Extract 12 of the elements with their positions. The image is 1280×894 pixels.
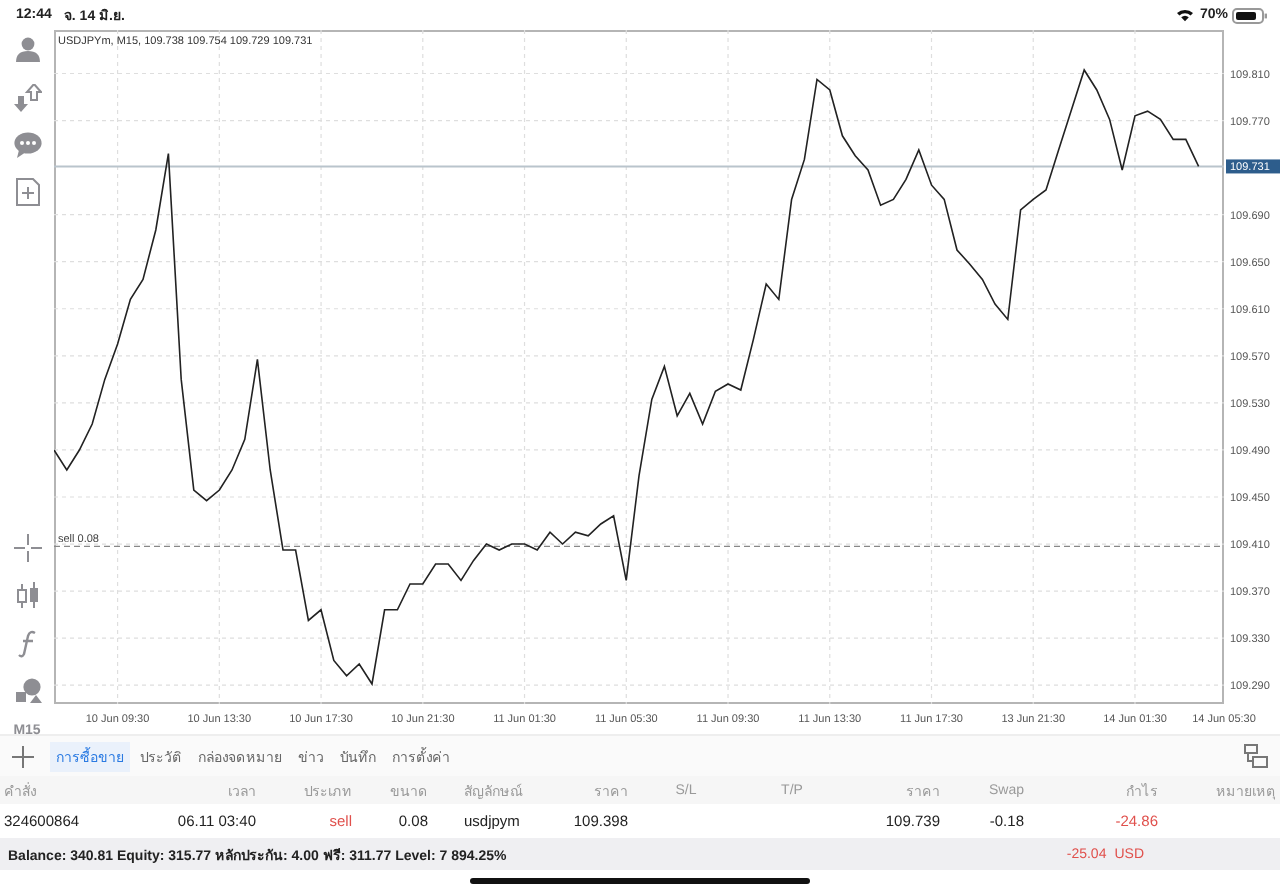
arrows-icon[interactable] <box>13 84 41 112</box>
battery-icon <box>1232 7 1268 23</box>
function-icon[interactable] <box>17 630 37 658</box>
shapes-icon[interactable] <box>13 678 41 704</box>
candlestick-icon[interactable] <box>13 582 41 610</box>
add-icon[interactable] <box>12 745 34 767</box>
layout-icon[interactable] <box>1244 744 1268 768</box>
wifi-icon <box>1175 8 1194 22</box>
crosshair-icon[interactable] <box>13 534 41 562</box>
new-document-icon[interactable] <box>15 178 39 206</box>
account-icon[interactable] <box>13 36 41 64</box>
chat-icon[interactable] <box>13 132 41 158</box>
